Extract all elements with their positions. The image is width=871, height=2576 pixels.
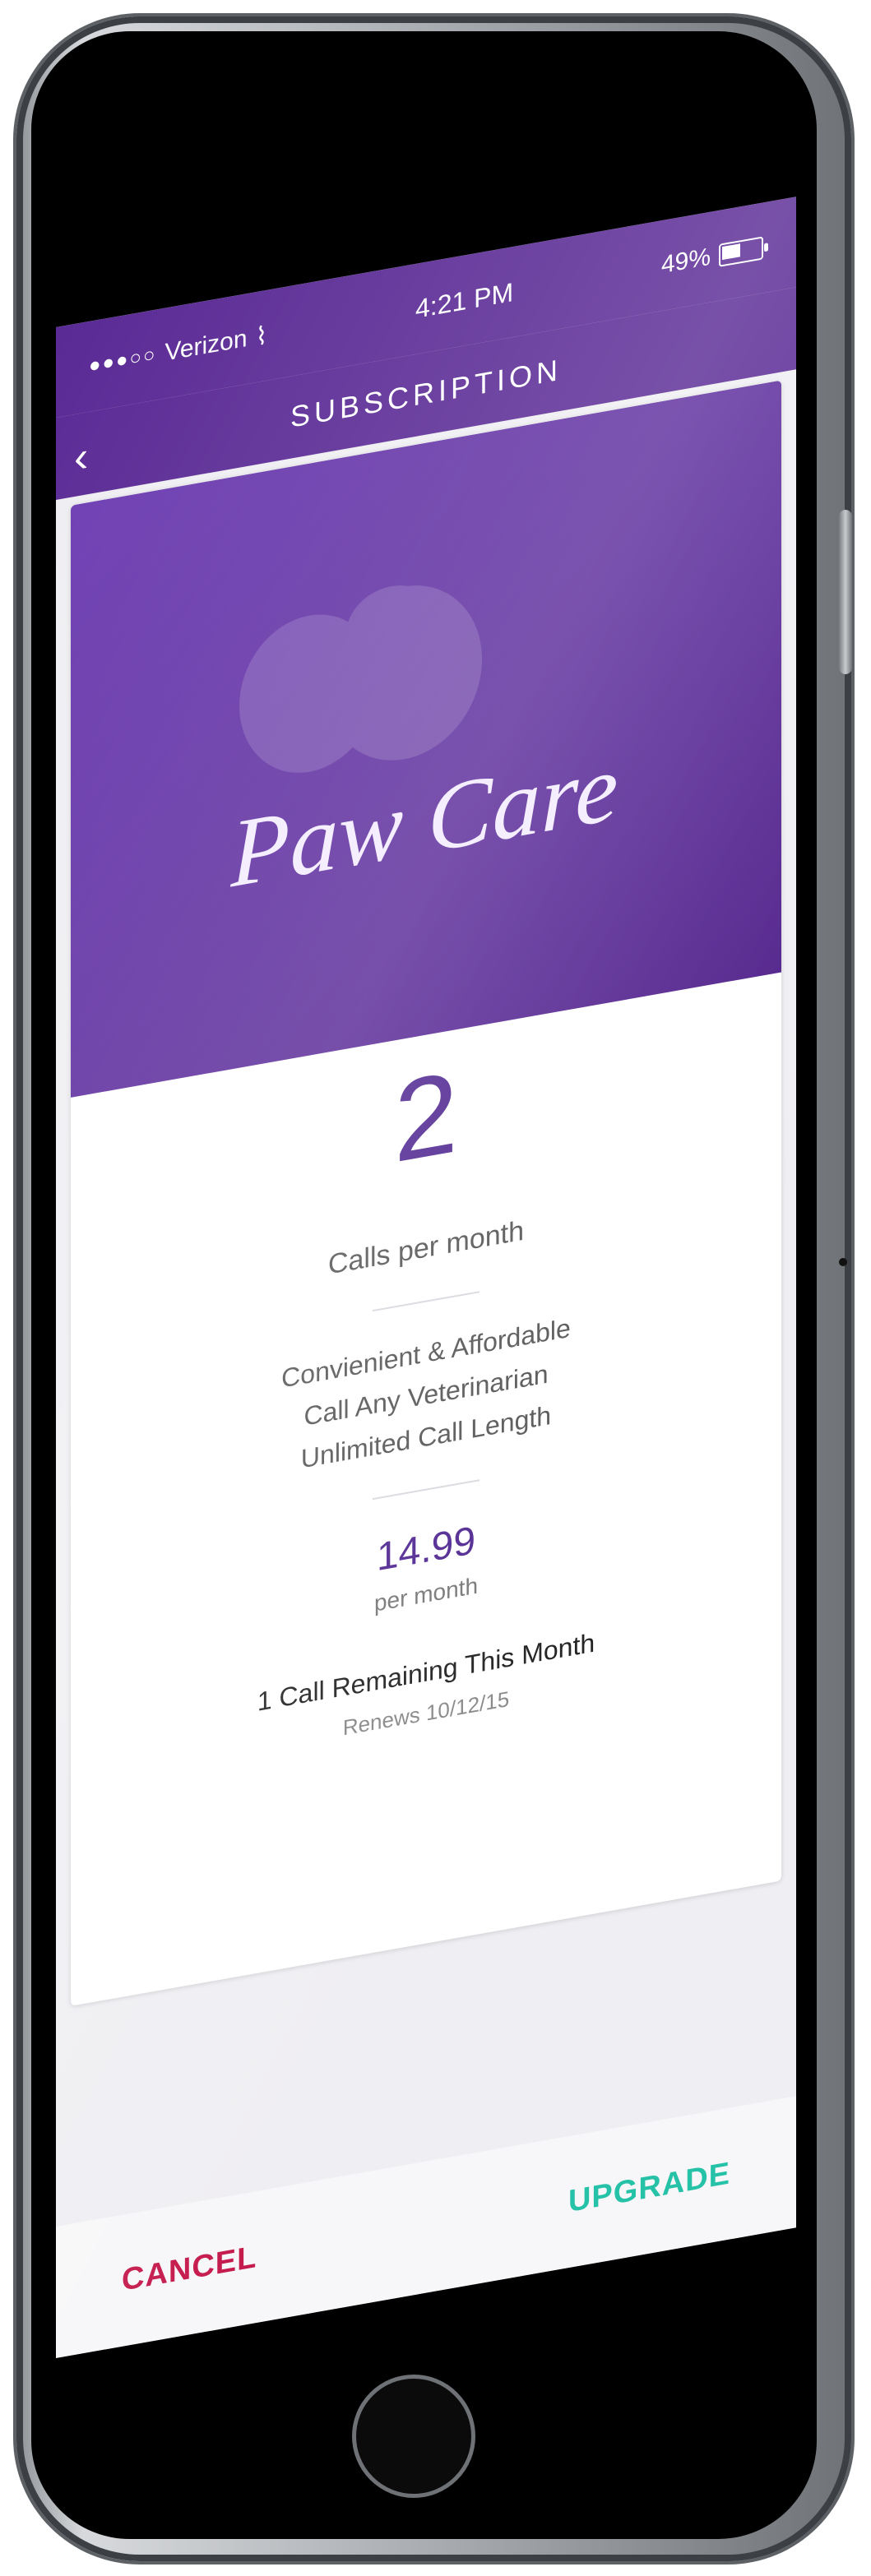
status-right: 49%: [661, 234, 763, 280]
carrier-label: Verizon: [164, 324, 248, 367]
status-time: 4:21 PM: [415, 276, 514, 324]
home-button[interactable]: [352, 2375, 475, 2498]
action-bar: CANCEL UPGRADE: [56, 2096, 796, 2358]
app-screen: ●●●○○ Verizon ⌇ 4:21 PM 49% ‹ SUBSCRIPTI…: [56, 197, 796, 2359]
subscription-card: Paw Care 2 Calls per month Convienient &…: [71, 380, 781, 2006]
volume-button: [839, 510, 852, 674]
divider: [373, 1479, 480, 1501]
status-left: ●●●○○ Verizon ⌇: [89, 321, 267, 381]
device-mockup: ●●●○○ Verizon ⌇ 4:21 PM 49% ‹ SUBSCRIPTI…: [0, 0, 871, 2576]
battery-icon: [719, 236, 763, 267]
plan-details: 2 Calls per month Convienient & Affordab…: [71, 988, 781, 1788]
battery-fill: [722, 243, 740, 261]
battery-percent: 49%: [660, 243, 711, 280]
plan-hero: Paw Care: [71, 380, 781, 1098]
phone-face: ●●●○○ Verizon ⌇ 4:21 PM 49% ‹ SUBSCRIPTI…: [31, 31, 817, 2539]
back-chevron-icon[interactable]: ‹: [74, 432, 88, 483]
upgrade-button[interactable]: UPGRADE: [568, 2156, 730, 2220]
divider: [373, 1291, 480, 1312]
side-sensor-dot: [839, 1258, 847, 1266]
cancel-button[interactable]: CANCEL: [122, 2239, 257, 2298]
signal-icon: ●●●○○: [89, 343, 157, 377]
wifi-icon: ⌇: [255, 321, 268, 351]
